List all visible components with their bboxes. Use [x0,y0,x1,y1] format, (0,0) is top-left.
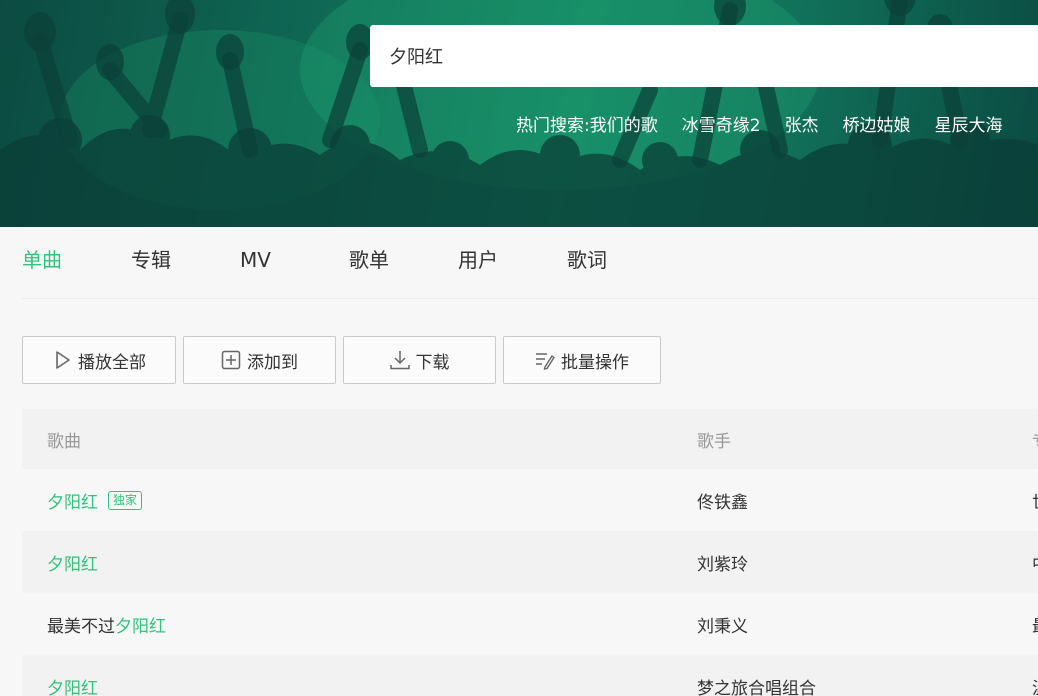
play-all-label: 播放全部 [78,352,146,373]
tab-playlists[interactable]: 歌单 [349,227,458,299]
hot-search-bar: 热门搜索: 我们的歌 冰雪奇缘2 张杰 桥边姑娘 星辰大海 [516,111,1027,136]
hot-search-item[interactable]: 桥边姑娘 [843,111,911,136]
song-title: 最美不过 夕阳红 [47,612,166,637]
song-title-link[interactable]: 夕阳红 [47,674,98,696]
hot-search-label: 热门搜索: [516,116,590,136]
album-name[interactable]: 中 [1032,550,1038,575]
column-header-singer: 歌手 [697,431,731,452]
singer-name[interactable]: 梦之旅合唱组合 [697,674,816,696]
tab-lyrics[interactable]: 歌词 [567,227,676,299]
hot-search-item[interactable]: 冰雪奇缘2 [682,111,761,136]
hot-search-item[interactable]: 星辰大海 [935,111,1003,136]
song-title-link[interactable]: 夕阳红 [47,550,98,575]
song-title: 夕阳红 [47,550,98,575]
album-name[interactable]: 最 [1032,612,1038,637]
singer-name[interactable]: 刘紫玲 [697,550,748,575]
download-label: 下载 [415,352,450,373]
add-to-label: 添加到 [247,352,298,373]
play-icon [56,351,70,369]
table-row[interactable]: 最美不过 夕阳红 刘秉义 最 [22,593,1038,655]
download-button[interactable]: 下载 [343,336,496,384]
tab-mv[interactable]: MV [240,227,349,299]
exclusive-badge: 独家 [108,490,143,510]
tab-albums[interactable]: 专辑 [131,227,240,299]
table-row[interactable]: 夕阳红 独家 佟铁鑫 世 [22,469,1038,531]
action-toolbar: 播放全部 添加到 下载 批量操作 [22,336,668,384]
play-all-button[interactable]: 播放全部 [22,336,176,384]
song-title-prefix: 最美不过 [47,616,115,637]
song-title-link[interactable]: 夕阳红 [47,488,98,513]
column-header-album: 专 [1032,427,1038,452]
search-box[interactable] [370,25,1038,87]
song-title-link[interactable]: 夕阳红 [115,612,166,637]
batch-operation-button[interactable]: 批量操作 [503,336,661,384]
add-square-icon [221,350,241,370]
hot-search-item[interactable]: 我们的歌 [590,111,658,136]
song-table: 歌曲 歌手 专 夕阳红 独家 佟铁鑫 世 夕阳红 刘紫玲 中 最美不过 夕阳红 … [22,409,1038,696]
batch-edit-icon [536,353,555,370]
table-header: 歌曲 歌手 专 [22,409,1038,469]
tab-songs[interactable]: 单曲 [22,227,131,299]
tab-users[interactable]: 用户 [458,227,567,299]
album-name[interactable]: 温 [1032,674,1038,696]
result-type-tabs: 单曲 专辑 MV 歌单 用户 歌词 [22,227,1038,299]
table-row[interactable]: 夕阳红 刘紫玲 中 [22,531,1038,593]
song-title: 夕阳红 [47,674,98,696]
add-to-button[interactable]: 添加到 [183,336,336,384]
singer-name[interactable]: 佟铁鑫 [697,488,748,513]
batch-operation-label: 批量操作 [561,352,629,373]
download-icon [389,351,410,370]
hot-search-item[interactable]: 张杰 [785,111,819,136]
album-name[interactable]: 世 [1032,488,1038,513]
column-header-song: 歌曲 [47,431,81,452]
search-input[interactable] [389,45,989,67]
table-row[interactable]: 夕阳红 梦之旅合唱组合 温 [22,655,1038,696]
hero-banner: 热门搜索: 我们的歌 冰雪奇缘2 张杰 桥边姑娘 星辰大海 [0,0,1038,227]
song-title: 夕阳红 独家 [47,488,143,513]
singer-name[interactable]: 刘秉义 [697,612,748,637]
